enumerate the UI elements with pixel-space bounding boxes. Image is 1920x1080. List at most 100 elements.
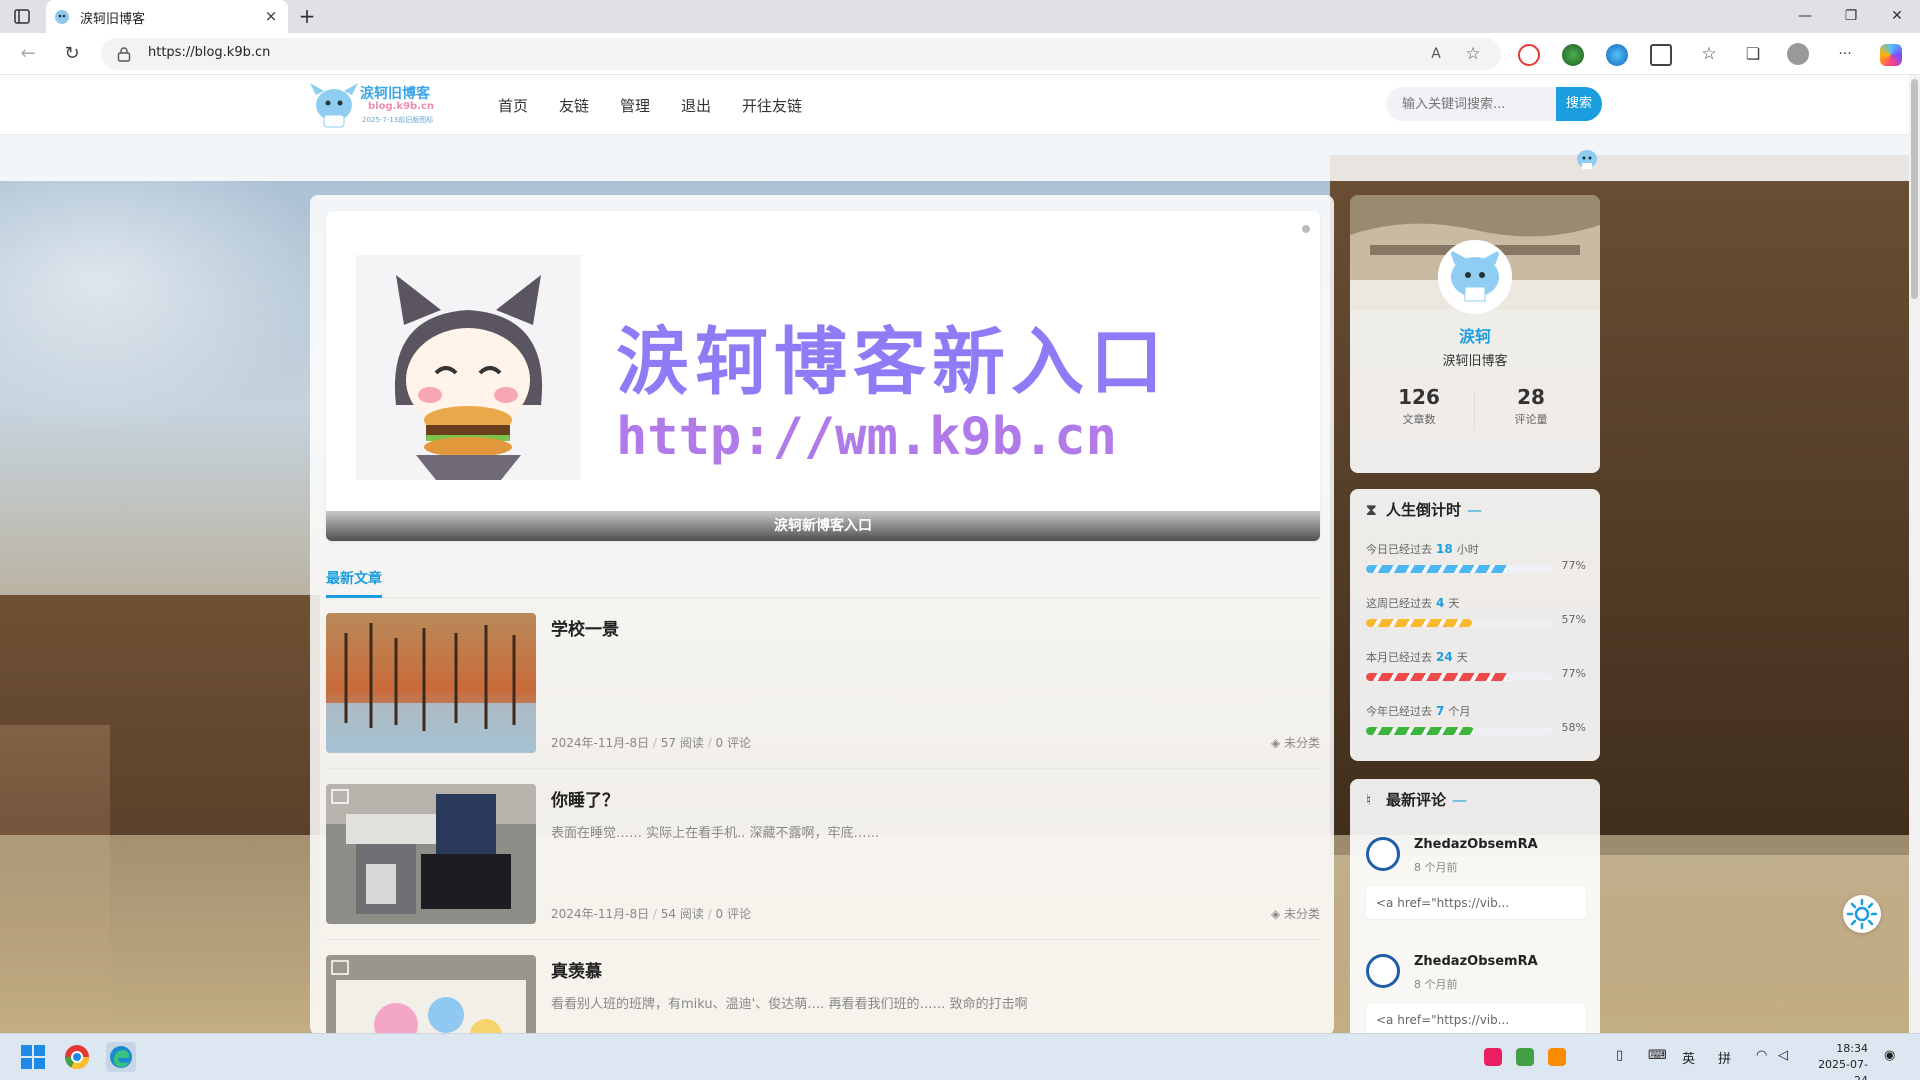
favorite-star-icon[interactable]: ☆ bbox=[1463, 44, 1483, 64]
progress-fill bbox=[1366, 619, 1473, 627]
post-title[interactable]: 学校一景 bbox=[551, 615, 619, 640]
close-window-button[interactable]: ✕ bbox=[1874, 0, 1920, 33]
commenter-avatar[interactable] bbox=[1366, 837, 1400, 871]
tab-actions-icon[interactable] bbox=[12, 8, 34, 26]
logo-title: 涙轲旧博客 bbox=[360, 86, 430, 102]
address-bar[interactable]: https://blog.k9b.cn A ☆ bbox=[101, 38, 1501, 70]
commenter-name[interactable]: ZhedazObsemRA bbox=[1414, 954, 1538, 969]
countdown-label: 本月已经过去 24 天 bbox=[1366, 650, 1468, 664]
profile-avatar-icon[interactable] bbox=[1787, 43, 1809, 65]
nav-logout[interactable]: 退出 bbox=[681, 95, 711, 116]
minimize-button[interactable]: — bbox=[1782, 0, 1828, 33]
search-input[interactable] bbox=[1386, 87, 1556, 121]
profile-name[interactable]: 涙轲 bbox=[1350, 323, 1600, 347]
post-thumbnail[interactable] bbox=[326, 613, 536, 753]
ime-language[interactable]: 英 bbox=[1682, 1048, 1695, 1067]
post-item[interactable]: 你睡了？ 表面在睡觉…… 实际上在看手机.. 深藏不露啊，牢底…… 2024年-… bbox=[326, 784, 1320, 940]
countdown-week: 这周已经过去 4 天 57% bbox=[1366, 595, 1586, 627]
favorites-icon[interactable]: ☆ bbox=[1697, 42, 1721, 66]
comment-text[interactable]: <a href="https://vib... bbox=[1366, 1004, 1586, 1033]
stat-value: 28 bbox=[1517, 385, 1545, 409]
sub-header-bar bbox=[0, 135, 1909, 181]
page-scrollbar[interactable] bbox=[1909, 75, 1920, 1033]
progress-track bbox=[1366, 619, 1552, 627]
extension-green-icon[interactable] bbox=[1562, 44, 1584, 66]
lock-icon[interactable] bbox=[117, 46, 131, 62]
nav-admin[interactable]: 管理 bbox=[620, 95, 650, 116]
wifi-icon[interactable]: ◠ bbox=[1756, 1048, 1767, 1063]
nav-friends[interactable]: 友链 bbox=[559, 95, 589, 116]
banner-url: http://wm.k9b.cn bbox=[616, 407, 1117, 467]
stat-posts: 126 文章数 bbox=[1364, 385, 1474, 427]
countdown-percent: 57% bbox=[1561, 613, 1586, 626]
post-comments: 0 评论 bbox=[715, 736, 751, 750]
chrome-app-icon[interactable] bbox=[62, 1042, 92, 1072]
search-button[interactable]: 搜索 bbox=[1556, 87, 1602, 121]
tray-app-pink-icon[interactable] bbox=[1484, 1048, 1502, 1066]
section-title[interactable]: 最新文章 bbox=[326, 568, 382, 588]
post-excerpt: 表面在睡觉…… 实际上在看手机.. 深藏不露啊，牢底…… bbox=[551, 826, 880, 841]
close-tab-icon[interactable]: × bbox=[262, 7, 280, 25]
copilot-icon[interactable] bbox=[1880, 44, 1902, 66]
banner-caption[interactable]: 涙轲新博客入口 bbox=[326, 511, 1320, 541]
post-category[interactable]: ◈ 未分类 bbox=[1271, 905, 1320, 922]
read-aloud-icon[interactable]: A bbox=[1426, 44, 1446, 64]
countdown-label: 今日已经过去 18 小时 bbox=[1366, 542, 1479, 556]
url-text[interactable]: https://blog.k9b.cn bbox=[148, 45, 270, 60]
usb-icon[interactable]: ▯ bbox=[1616, 1048, 1623, 1063]
notification-bell-icon[interactable]: ◉ bbox=[1884, 1048, 1895, 1063]
tray-app-orange-icon[interactable] bbox=[1548, 1048, 1566, 1066]
banner-character-image bbox=[356, 255, 581, 480]
tray-app-green-icon[interactable] bbox=[1516, 1048, 1534, 1066]
post-reads: 57 阅读 bbox=[660, 736, 704, 750]
start-menu-icon[interactable] bbox=[18, 1042, 48, 1072]
logo-note: 2025-7-13前旧版图标 bbox=[362, 116, 434, 124]
banner-headline: 涙轲博客新入口 bbox=[616, 320, 1169, 405]
profile-avatar[interactable] bbox=[1438, 240, 1512, 314]
new-tab-button[interactable]: + bbox=[296, 6, 318, 28]
post-title[interactable]: 真羡慕 bbox=[551, 957, 602, 982]
more-options-icon[interactable]: ··· bbox=[1833, 42, 1857, 66]
browser-tab-active[interactable]: 涙轲旧博客 × bbox=[46, 0, 288, 33]
post-date: 2024年-11月-8日 bbox=[551, 907, 650, 921]
nav-home[interactable]: 首页 bbox=[498, 95, 528, 116]
extension-blue-icon[interactable] bbox=[1606, 44, 1628, 66]
ime-mode[interactable]: 拼 bbox=[1718, 1048, 1731, 1067]
post-category-label: 未分类 bbox=[1283, 736, 1320, 750]
back-button[interactable]: ← bbox=[16, 42, 40, 66]
site-logo[interactable]: 涙轲旧博客 blog.k9b.cn 2025-7-13前旧版图标 bbox=[308, 81, 456, 129]
post-thumbnail[interactable] bbox=[326, 955, 536, 1033]
post-title[interactable]: 你睡了？ bbox=[551, 786, 619, 811]
puzzle-icon[interactable] bbox=[1650, 44, 1672, 66]
post-category[interactable]: ◈ 未分类 bbox=[1271, 734, 1320, 751]
commenter-name[interactable]: ZhedazObsemRA bbox=[1414, 837, 1538, 852]
countdown-percent: 77% bbox=[1561, 559, 1586, 572]
post-item[interactable]: 真羡慕 看看别人班的班牌，有miku、温迪'、俊达萌…. 再看看我们班的…… 致… bbox=[326, 955, 1320, 1033]
refresh-button[interactable]: ↻ bbox=[60, 42, 84, 66]
extension-red-icon[interactable] bbox=[1518, 44, 1540, 66]
theme-toggle-button[interactable] bbox=[1843, 895, 1881, 933]
post-divider bbox=[326, 768, 1320, 769]
collections-icon[interactable]: ❏ bbox=[1741, 42, 1765, 66]
keyboard-icon[interactable]: ⌨ bbox=[1648, 1048, 1667, 1063]
comment-text[interactable]: <a href="https://vib... bbox=[1366, 887, 1586, 919]
banner-carousel[interactable]: 涙轲博客新入口 http://wm.k9b.cn 涙轲新博客入口 bbox=[326, 211, 1320, 541]
nav-travel-link[interactable]: 开往友链 bbox=[742, 95, 802, 116]
tab-title: 涙轲旧博客 bbox=[80, 12, 146, 27]
post-item[interactable]: 学校一景 2024年-11月-8日 / 57 阅读 / 0 评论 ◈ 未分类 bbox=[326, 613, 1320, 769]
mascot-logo-icon bbox=[310, 83, 358, 128]
mascot-icon[interactable] bbox=[1574, 145, 1600, 171]
browser-toolbar: ← ↻ https://blog.k9b.cn A ☆ ☆ ❏ ··· bbox=[0, 33, 1920, 75]
latest-comments-card: ♮ 最新评论 — ZhedazObsemRA 8 个月前 <a href="http… bbox=[1350, 779, 1600, 1033]
countdown-header: ⧗ 人生倒计时 — bbox=[1366, 499, 1482, 520]
carousel-indicator[interactable] bbox=[1302, 225, 1310, 233]
commenter-avatar[interactable] bbox=[1366, 954, 1400, 988]
comment-time: 8 个月前 bbox=[1414, 861, 1458, 874]
edge-app-icon[interactable] bbox=[106, 1042, 136, 1072]
post-thumbnail[interactable] bbox=[326, 784, 536, 924]
scrollbar-thumb[interactable] bbox=[1911, 79, 1918, 299]
maximize-button[interactable]: ❐ bbox=[1828, 0, 1874, 33]
post-comments: 0 评论 bbox=[715, 907, 751, 921]
system-clock[interactable]: 18:34 2025-07-24 bbox=[1812, 1041, 1868, 1080]
volume-icon[interactable]: ◁ bbox=[1778, 1048, 1788, 1063]
